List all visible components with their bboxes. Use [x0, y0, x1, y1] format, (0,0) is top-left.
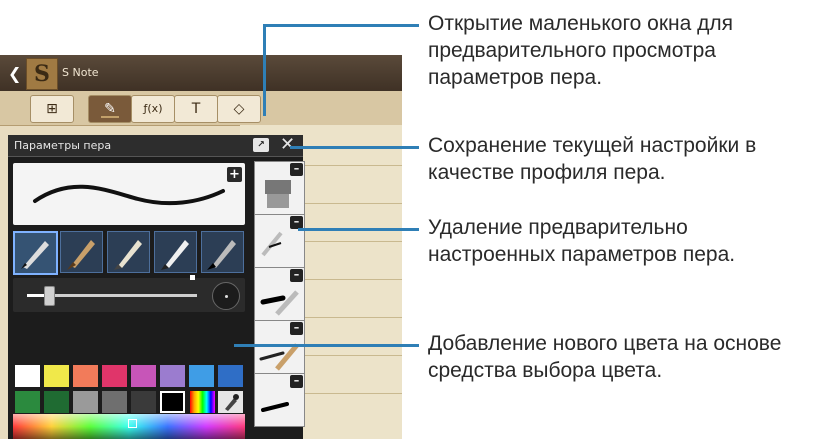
toolbar: ⊞ ✎ ƒ(x) T ◇ [0, 91, 402, 126]
callout-line-3 [298, 228, 419, 231]
pencil-icon[interactable] [107, 231, 150, 273]
brush-icon[interactable] [60, 231, 103, 273]
color-swatch[interactable] [160, 391, 185, 413]
color-swatch[interactable] [44, 391, 69, 413]
plus-icon[interactable]: + [227, 167, 242, 182]
text-button[interactable]: T [174, 95, 218, 123]
add-page-button[interactable]: ⊞ [30, 95, 74, 123]
pen-button[interactable]: ✎ [88, 95, 132, 123]
formula-button[interactable]: ƒ(x) [131, 95, 175, 123]
spectrum-cursor[interactable] [128, 419, 137, 428]
color-swatch[interactable] [131, 391, 156, 413]
stroke-preview-line [33, 184, 225, 206]
minus-icon[interactable]: – [290, 375, 303, 388]
size-slider[interactable] [13, 278, 245, 312]
color-swatch[interactable] [131, 365, 156, 387]
callout-preview-window: Открытие маленького окна для предварител… [428, 12, 734, 89]
app-logo: S [26, 58, 58, 90]
pen-settings-panel: Параметры пера ↗ ✕ + – – – – – [8, 134, 305, 439]
text-icon: T [191, 101, 201, 117]
color-swatch[interactable] [160, 365, 185, 387]
minus-icon[interactable]: – [290, 163, 303, 176]
color-swatch[interactable] [44, 365, 69, 387]
marker-icon[interactable] [154, 231, 197, 273]
callout-delete-profile: Удаление предварительно настроенных пара… [428, 216, 736, 266]
minus-icon[interactable]: – [290, 269, 303, 282]
brush-profile-icon[interactable]: – [254, 320, 305, 374]
minus-icon[interactable]: – [290, 322, 303, 335]
calligraphy-pen-icon[interactable] [201, 231, 244, 273]
fountain-pen-icon[interactable] [13, 231, 58, 275]
pen-icon: ✎ [104, 101, 116, 117]
calligraphy-profile-icon[interactable]: – [254, 373, 305, 427]
device-screen: ❮ S S Note ⊞ ✎ ƒ(x) T ◇ Параметры пера ↗… [0, 55, 402, 439]
eyedropper-icon[interactable] [218, 391, 243, 413]
eraser-icon: ◇ [233, 101, 245, 117]
formula-icon: ƒ(x) [143, 102, 163, 115]
callout-line-2 [290, 146, 419, 149]
callout-add-color: Добавление нового цвета на основе средст… [428, 332, 782, 382]
color-swatch[interactable] [102, 365, 127, 387]
stroke-preview [13, 163, 245, 225]
callout-line-1 [263, 24, 266, 116]
marker-profile-icon[interactable]: – [254, 267, 305, 321]
panel-title: Параметры пера [14, 139, 112, 152]
preview-window-icon[interactable]: ↗ [253, 138, 269, 152]
color-swatch[interactable] [73, 365, 98, 387]
callout-line-4 [234, 344, 419, 347]
slider-thumb[interactable] [44, 286, 55, 306]
color-swatch[interactable] [102, 391, 127, 413]
add-page-icon: ⊞ [46, 101, 58, 117]
close-icon[interactable]: ✕ [280, 134, 295, 155]
color-swatch[interactable] [15, 391, 40, 413]
size-preview-dot [212, 282, 240, 310]
rainbow-palette-icon[interactable] [190, 391, 215, 413]
app-title: S Note [62, 66, 99, 79]
slider-marker [190, 275, 195, 280]
color-swatch[interactable] [73, 391, 98, 413]
app-header: ❮ S S Note [0, 55, 402, 91]
highlighter-profile-icon[interactable]: – [254, 161, 305, 215]
color-swatch[interactable] [15, 365, 40, 387]
panel-header: Параметры пера ↗ ✕ [8, 134, 303, 157]
chevron-left-icon[interactable]: ❮ [8, 64, 21, 83]
callout-line-1h [263, 24, 419, 27]
eraser-button[interactable]: ◇ [217, 95, 261, 123]
callout-save-profile: Сохранение текущей настройки в качестве … [428, 134, 757, 184]
color-swatch[interactable] [218, 365, 243, 387]
pen-profile-icon[interactable]: – [254, 214, 305, 268]
color-swatch[interactable] [189, 365, 214, 387]
